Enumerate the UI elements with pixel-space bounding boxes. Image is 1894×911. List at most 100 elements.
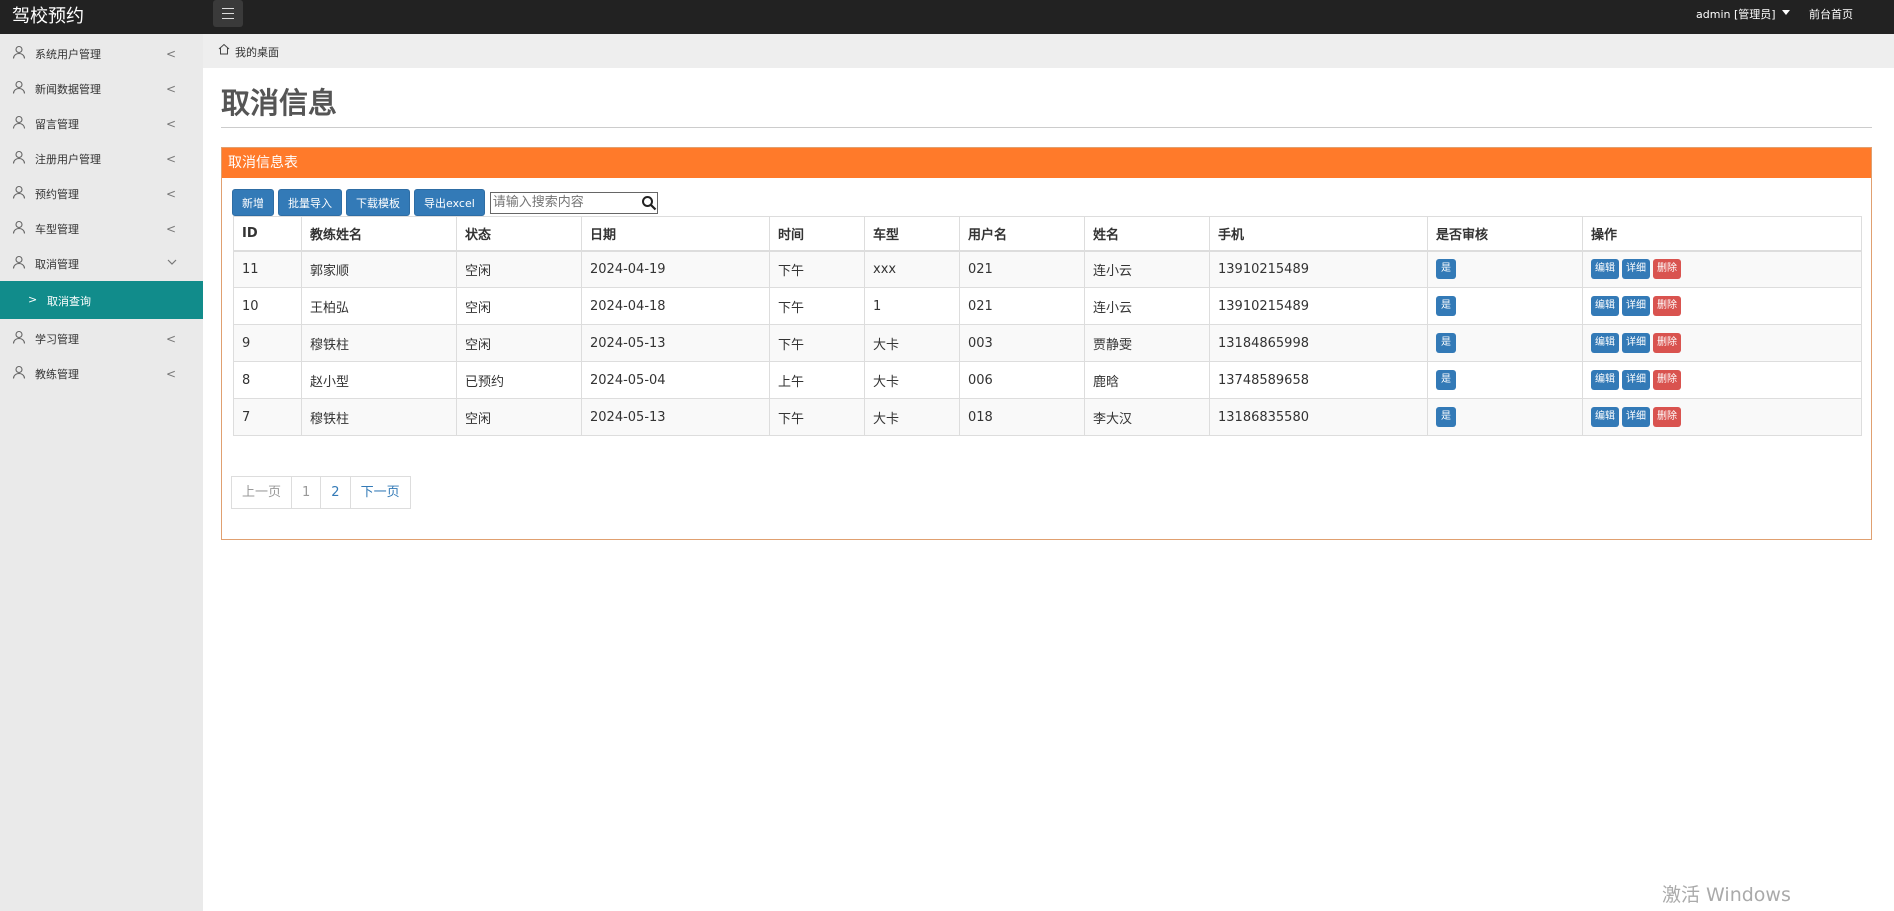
chevron-left-icon: < [166,117,177,131]
sidebar-item-car-types[interactable]: 车型管理 < [0,210,203,245]
page-2-button[interactable]: 2 [320,476,351,509]
user-menu[interactable]: admin [管理员] [1696,6,1790,22]
cell-time: 上午 [769,361,865,399]
user-icon [12,80,26,94]
prev-page-button[interactable]: 上一页 [231,476,293,509]
cell-actions: 编辑 详细 删除 [1582,250,1862,288]
column-header[interactable]: 用户名 [959,216,1085,252]
cell-phone: 13186835580 [1209,398,1428,436]
cell-username: 021 [959,250,1085,288]
home-icon [218,43,230,55]
user-icon [12,45,26,59]
cell-id: 9 [233,324,302,362]
chevron-left-icon: < [166,222,177,236]
sidebar-subitem-cancel-query[interactable]: > 取消查询 [0,281,203,319]
approved-badge[interactable]: 是 [1436,370,1456,390]
cell-approved: 是 [1427,324,1583,362]
search-icon[interactable] [641,195,657,211]
column-header[interactable]: 教练姓名 [301,216,457,252]
cell-coach: 赵小型 [301,361,457,399]
cell-coach: 穆铁柱 [301,324,457,362]
delete-button[interactable]: 删除 [1653,407,1681,427]
table-row: 7 穆铁柱 空闲 2024-05-13 下午 大卡 018 李大汉 131868… [233,398,1862,436]
cell-car: 大卡 [864,398,960,436]
edit-button[interactable]: 编辑 [1591,333,1619,353]
cell-date: 2024-04-19 [581,250,770,288]
detail-button[interactable]: 详细 [1622,370,1650,390]
breadcrumb-home-link[interactable]: 我的桌面 [235,44,279,60]
sidebar-item-coaches[interactable]: 教练管理 < [0,355,203,390]
page-1-button[interactable]: 1 [291,476,322,509]
delete-button[interactable]: 删除 [1653,296,1681,316]
cell-time: 下午 [769,287,865,325]
delete-button[interactable]: 删除 [1653,370,1681,390]
cell-status: 空闲 [456,398,582,436]
hamburger-icon [222,8,234,19]
cell-date: 2024-04-18 [581,287,770,325]
sidebar-item-study[interactable]: 学习管理 < [0,320,203,355]
sidebar-item-messages[interactable]: 留言管理 < [0,105,203,140]
sidebar-item-cancellations[interactable]: 取消管理 [0,245,203,280]
sidebar-toggle-button[interactable] [213,0,243,27]
approved-badge[interactable]: 是 [1436,407,1456,427]
column-header[interactable]: 手机 [1209,216,1428,252]
cell-status: 已预约 [456,361,582,399]
toolbar: 新增 批量导入 下载模板 导出excel [232,189,658,216]
cell-actions: 编辑 详细 删除 [1582,324,1862,362]
chevron-left-icon: < [166,367,177,381]
cell-username: 021 [959,287,1085,325]
chevron-left-icon: < [166,187,177,201]
user-icon [12,220,26,234]
cell-time: 下午 [769,398,865,436]
sidebar-subitem-label: 取消查询 [47,295,91,308]
cell-date: 2024-05-13 [581,324,770,362]
batch-import-button[interactable]: 批量导入 [278,189,342,216]
detail-button[interactable]: 详细 [1622,333,1650,353]
edit-button[interactable]: 编辑 [1591,259,1619,280]
detail-button[interactable]: 详细 [1622,259,1650,280]
edit-button[interactable]: 编辑 [1591,296,1619,316]
cell-approved: 是 [1427,398,1583,436]
next-page-button[interactable]: 下一页 [349,476,411,509]
delete-button[interactable]: 删除 [1653,333,1681,353]
detail-button[interactable]: 详细 [1622,296,1650,316]
activate-windows-watermark: 激活 Windows [1662,884,1791,906]
sidebar-item-registered-users[interactable]: 注册用户管理 < [0,140,203,175]
breadcrumb: 我的桌面 [203,34,1894,68]
table-header-row: ID 教练姓名 状态 日期 时间 车型 用户名 姓名 手机 是否审核 操作 [233,216,1862,252]
column-header[interactable]: ID [233,216,302,252]
sidebar-item-bookings[interactable]: 预约管理 < [0,175,203,210]
sidebar-item-label: 学习管理 [35,333,79,346]
column-header[interactable]: 时间 [769,216,865,252]
download-template-button[interactable]: 下载模板 [346,189,410,216]
approved-badge[interactable]: 是 [1436,333,1456,353]
cell-time: 下午 [769,324,865,362]
app-brand[interactable]: 驾校预约 [12,2,84,28]
search-input[interactable] [490,192,645,213]
column-header[interactable]: 状态 [456,216,582,252]
approved-badge[interactable]: 是 [1436,259,1456,280]
sidebar-item-label: 车型管理 [35,223,79,236]
page-title: 取消信息 [221,86,338,120]
top-navbar: 驾校预约 admin [管理员] 前台首页 [0,0,1894,34]
approved-badge[interactable]: 是 [1436,296,1456,316]
sidebar-item-label: 留言管理 [35,118,79,131]
front-page-link[interactable]: 前台首页 [1809,6,1853,22]
user-icon [12,330,26,344]
cell-name: 鹿晗 [1084,361,1210,399]
export-excel-button[interactable]: 导出excel [414,189,485,216]
delete-button[interactable]: 删除 [1653,259,1681,280]
cell-date: 2024-05-04 [581,361,770,399]
sidebar-item-system-users[interactable]: 系统用户管理 < [0,35,203,70]
edit-button[interactable]: 编辑 [1591,370,1619,390]
column-header[interactable]: 车型 [864,216,960,252]
column-header[interactable]: 日期 [581,216,770,252]
detail-button[interactable]: 详细 [1622,407,1650,427]
add-button[interactable]: 新增 [232,189,274,216]
cell-phone: 13910215489 [1209,250,1428,288]
column-header[interactable]: 是否审核 [1427,216,1583,252]
sidebar-item-news[interactable]: 新闻数据管理 < [0,70,203,105]
chevron-left-icon: < [166,332,177,346]
edit-button[interactable]: 编辑 [1591,407,1619,427]
column-header[interactable]: 姓名 [1084,216,1210,252]
